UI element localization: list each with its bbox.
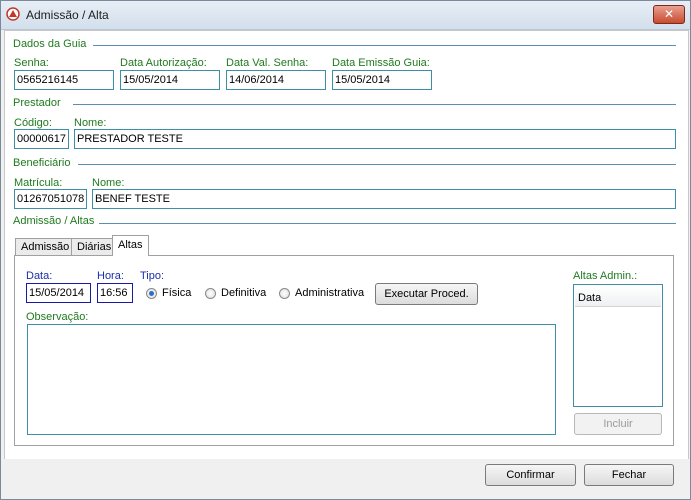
section-prestador: Prestador: [13, 97, 61, 109]
divider: [99, 223, 676, 224]
incluir-button[interactable]: Incluir: [574, 413, 662, 435]
senha-label: Senha:: [14, 57, 49, 69]
confirmar-button[interactable]: Confirmar: [485, 464, 576, 486]
radio-administrativa[interactable]: Administrativa: [279, 287, 364, 299]
dialog-footer: Confirmar Fechar: [1, 459, 690, 499]
radio-definitiva[interactable]: Definitiva: [205, 287, 266, 299]
altas-admin-label: Altas Admin.:: [573, 270, 638, 282]
radio-definitiva-label: Definitiva: [221, 287, 267, 299]
title-bar: Admissão / Alta ✕: [1, 1, 690, 30]
tab-diarias[interactable]: Diárias: [71, 238, 113, 255]
divider: [93, 45, 676, 46]
fechar-button[interactable]: Fechar: [584, 464, 674, 486]
altas-admin-list[interactable]: Data: [573, 284, 663, 407]
observacao-label: Observação:: [26, 311, 89, 323]
tab-altas[interactable]: Altas: [112, 235, 149, 256]
observacao-textarea[interactable]: [27, 324, 556, 435]
section-dados-guia: Dados da Guia: [13, 38, 87, 50]
data-val-senha-field[interactable]: 14/06/2014: [226, 70, 326, 90]
radio-dot[interactable]: [205, 287, 216, 299]
beneficiario-nome-label: Nome:: [92, 177, 125, 189]
codigo-label: Código:: [14, 117, 52, 129]
dialog-window: Admissão / Alta ✕ Dados da Guia Senha: 0…: [0, 0, 691, 500]
section-admissao-altas: Admissão / Altas: [13, 215, 95, 227]
prestador-nome-label: Nome:: [74, 117, 107, 129]
radio-dot[interactable]: [146, 287, 157, 299]
matricula-label: Matrícula:: [14, 177, 63, 189]
app-logo-icon: [6, 7, 20, 21]
codigo-field[interactable]: 00000617: [14, 129, 69, 149]
data-autorizacao-label: Data Autorização:: [120, 57, 207, 69]
radio-dot[interactable]: [279, 287, 290, 299]
window-title: Admissão / Alta: [26, 8, 109, 22]
close-button[interactable]: ✕: [653, 5, 685, 24]
prestador-nome-field[interactable]: PRESTADOR TESTE: [74, 129, 676, 149]
data-field[interactable]: 15/05/2014: [26, 283, 91, 303]
radio-fisica-label: Física: [162, 287, 192, 299]
executar-proced-button[interactable]: Executar Proced.: [375, 283, 478, 305]
tab-admissao[interactable]: Admissão: [15, 238, 72, 255]
divider: [73, 104, 676, 105]
matricula-field[interactable]: 01267051078: [14, 189, 87, 209]
section-beneficiario: Beneficiário: [13, 157, 71, 169]
radio-administrativa-label: Administrativa: [295, 287, 365, 299]
data-emissao-field[interactable]: 15/05/2014: [332, 70, 432, 90]
data-label: Data:: [26, 270, 53, 282]
hora-label: Hora:: [97, 270, 124, 282]
tipo-label: Tipo:: [140, 270, 165, 282]
hora-field[interactable]: 16:56: [97, 283, 133, 303]
data-emissao-label: Data Emissão Guia:: [332, 57, 430, 69]
data-val-senha-label: Data Val. Senha:: [226, 57, 309, 69]
altas-tab-panel: Data: 15/05/2014 Hora: 16:56 Tipo: Físic…: [14, 255, 674, 446]
list-header-data[interactable]: Data: [575, 286, 661, 307]
divider: [78, 164, 676, 165]
senha-field[interactable]: 0565216145: [14, 70, 114, 90]
data-autorizacao-field[interactable]: 15/05/2014: [120, 70, 220, 90]
radio-fisica[interactable]: Física: [146, 287, 191, 299]
beneficiario-nome-field[interactable]: BENEF TESTE: [92, 189, 676, 209]
